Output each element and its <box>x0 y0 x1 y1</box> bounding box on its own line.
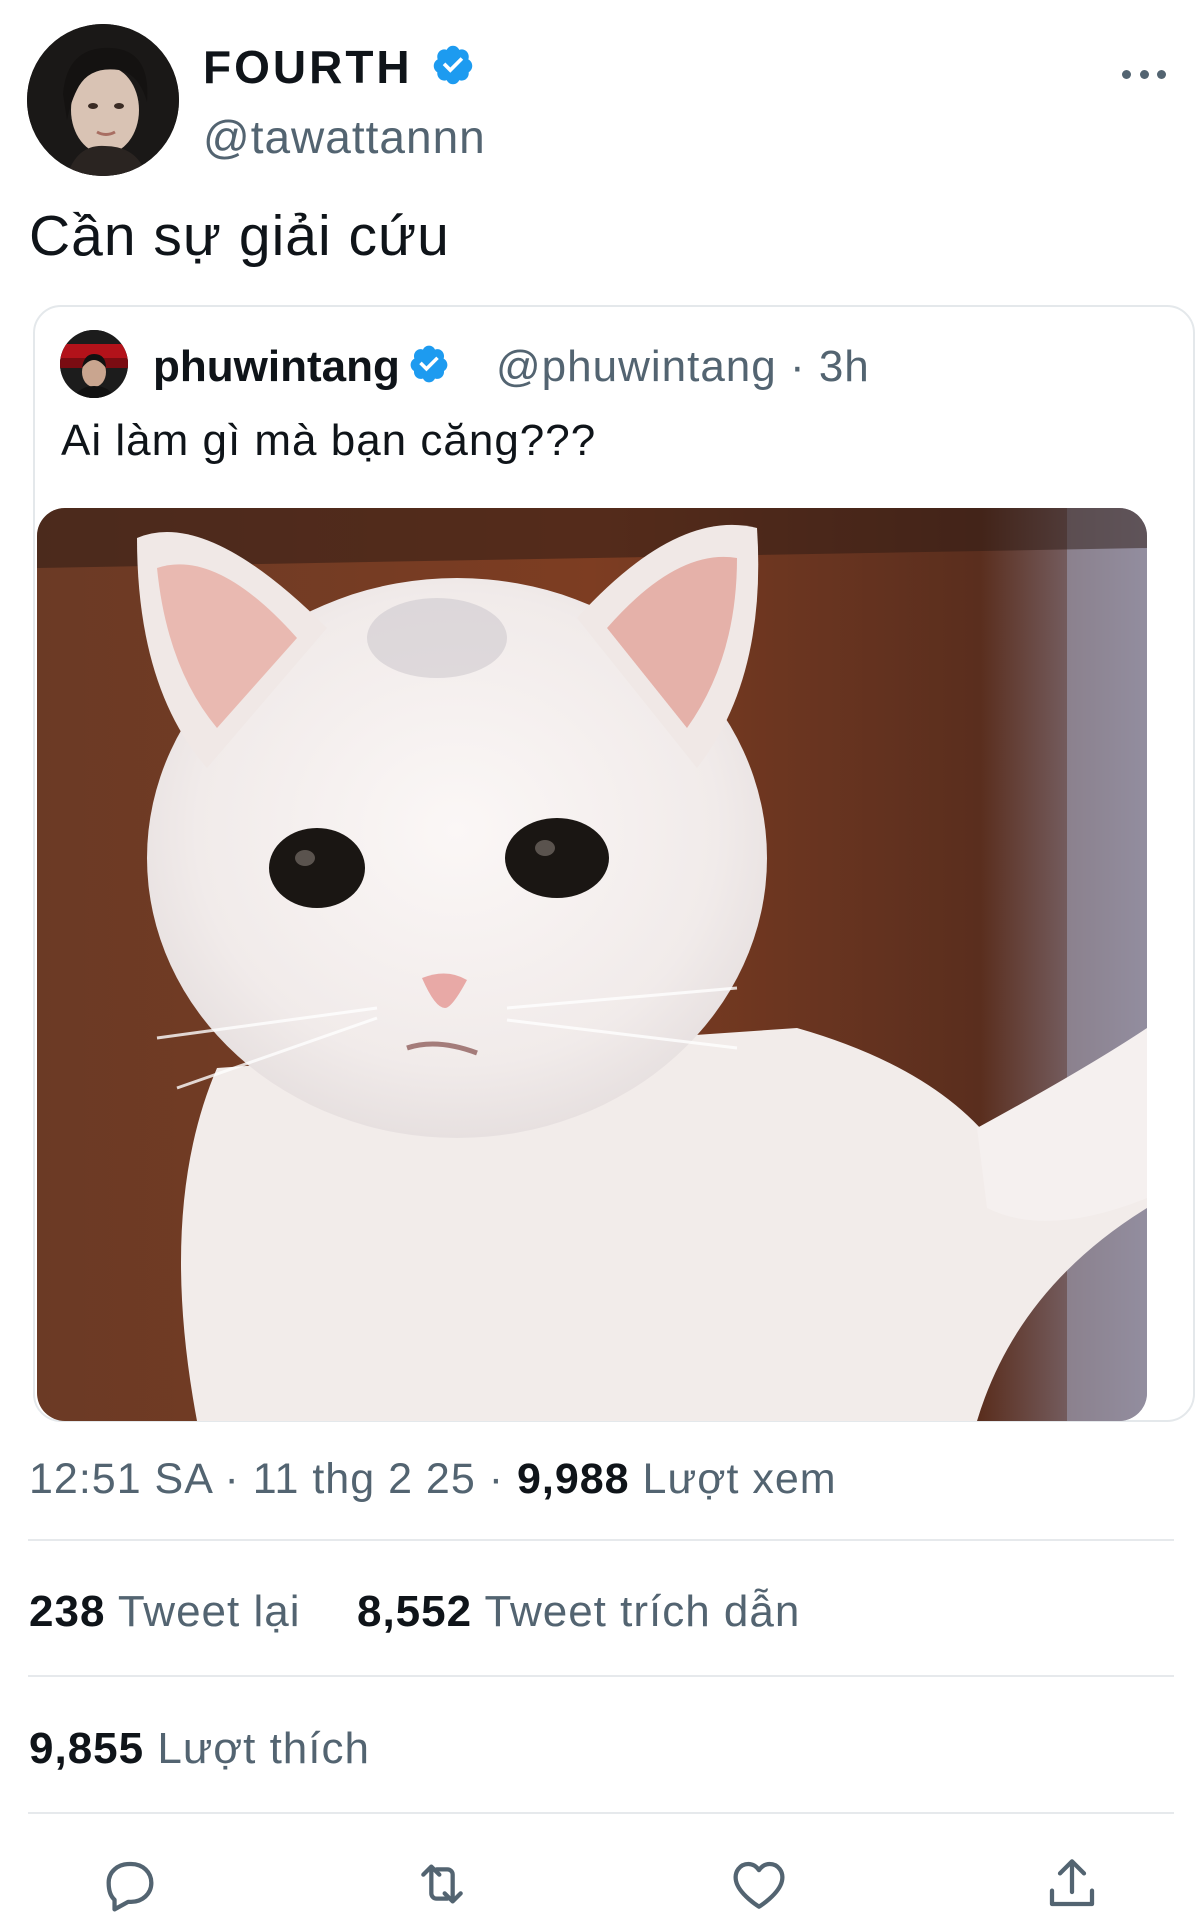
tweet-time: 12:51 SA <box>29 1455 212 1503</box>
author-display-name: FOURTH <box>203 41 413 93</box>
author-handle[interactable]: @tawattannn <box>203 110 486 164</box>
divider <box>28 1675 1174 1677</box>
share-icon[interactable] <box>1040 1852 1104 1916</box>
author-avatar[interactable] <box>27 24 179 176</box>
tweet-timestamp[interactable]: 12:51 SA · 11 thg 2 25 · 9,988 Lượt xem <box>29 1455 837 1504</box>
quotes-label: Tweet trích dẫn <box>484 1587 801 1636</box>
quoted-author-name[interactable]: phuwintang <box>153 342 450 396</box>
views-label: Lượt xem <box>642 1455 837 1503</box>
tweet-text: Cần sự giải cứu <box>29 204 450 268</box>
quotes-link[interactable]: 8,552 Tweet trích dẫn <box>357 1587 800 1636</box>
verified-badge-icon <box>431 43 475 98</box>
engagement-stats-row: 238 Tweet lại 8,552 Tweet trích dẫn <box>29 1587 800 1637</box>
retweet-icon[interactable] <box>410 1852 474 1916</box>
quoted-handle-time[interactable]: @phuwintang · 3h <box>496 342 870 392</box>
divider <box>28 1812 1174 1814</box>
retweets-link[interactable]: 238 Tweet lại <box>29 1587 301 1636</box>
likes-link[interactable]: 9,855 Lượt thích <box>29 1724 370 1774</box>
quoted-display-name: phuwintang <box>153 342 400 391</box>
author-name[interactable]: FOURTH <box>203 40 475 98</box>
profile-photo-icon <box>27 24 179 176</box>
quoted-profile-photo-icon <box>60 330 128 398</box>
meta-separator: · <box>475 1455 517 1503</box>
quoted-verified-badge-icon <box>408 343 450 396</box>
quotes-count: 8,552 <box>356 1587 473 1636</box>
tweet-date: 11 thg 2 25 <box>252 1455 476 1503</box>
quoted-author-avatar[interactable] <box>60 330 128 398</box>
meta-separator: · <box>211 1455 253 1503</box>
likes-label: Lượt thích <box>157 1724 370 1773</box>
reply-icon[interactable] <box>98 1852 162 1916</box>
like-icon[interactable] <box>727 1852 791 1916</box>
more-options-icon[interactable] <box>1122 52 1166 96</box>
quoted-tweet-text: Ai làm gì mà bạn căng??? <box>61 416 597 465</box>
white-cat-photo-icon[interactable] <box>37 508 1147 1421</box>
views-count: 9,988 <box>516 1455 630 1503</box>
likes-count: 9,855 <box>29 1724 145 1773</box>
retweets-label: Tweet lại <box>117 1587 301 1636</box>
divider <box>28 1539 1174 1541</box>
retweets-count: 238 <box>29 1587 106 1636</box>
